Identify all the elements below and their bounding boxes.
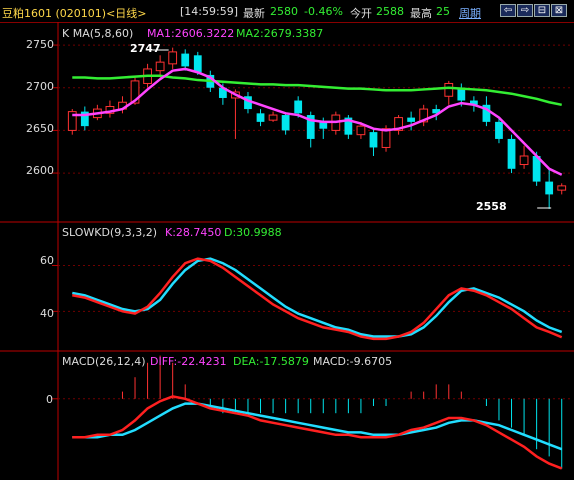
candle-body-down — [281, 115, 290, 131]
price-tick-2750: 2750 — [26, 38, 54, 51]
candle-body-down — [256, 113, 265, 122]
stock-chart[interactable] — [0, 0, 574, 480]
price-tick-2700: 2700 — [26, 80, 54, 93]
candle-body-down — [294, 100, 303, 114]
price-tick-2600: 2600 — [26, 164, 54, 177]
macd-tick-0: 0 — [46, 393, 53, 406]
candle-body-up — [557, 185, 567, 191]
price-panel-title: K MA(5,8,60) — [62, 27, 134, 40]
kd-panel-title: SLOWKD(9,3,3,2) — [62, 226, 158, 239]
candle-body-up — [519, 155, 529, 166]
kd-k-line — [72, 257, 563, 341]
kd-d-label: D:30.9988 — [224, 226, 282, 239]
macd-diff-label: DIFF:-22.4231 — [150, 355, 227, 368]
candle-body-down — [495, 121, 503, 139]
candle-body-up — [168, 51, 178, 65]
kd-k-label: K:28.7450 — [165, 226, 222, 239]
ma2-label: MA2:2679.3387 — [236, 27, 324, 40]
kd-tick-40: 40 — [40, 307, 54, 320]
ma1-label: MA1:2606.3222 — [147, 27, 235, 40]
candle-body-down — [181, 53, 190, 67]
macd-dea-label: DEA:-17.5879 — [233, 355, 309, 368]
macd-panel-title: MACD(26,12,4) — [62, 355, 146, 368]
kd-tick-60: 60 — [40, 254, 54, 267]
price-tick-2650: 2650 — [26, 122, 54, 135]
candle-body-up — [444, 82, 454, 97]
low-price-marker: 2558 — [476, 200, 507, 213]
candle-body-up — [268, 114, 278, 121]
candle-body-up — [356, 125, 366, 136]
candle-body-down — [545, 181, 554, 195]
high-price-marker: 2747 — [130, 42, 161, 55]
macd-diff-line — [72, 395, 563, 470]
candle-body-up — [155, 61, 165, 72]
candle-body-down — [193, 55, 202, 73]
macd-value-label: MACD:-9.6705 — [313, 355, 393, 368]
candle-body-down — [407, 117, 416, 122]
candle-body-down — [369, 132, 378, 148]
candle-body-down — [507, 138, 516, 169]
